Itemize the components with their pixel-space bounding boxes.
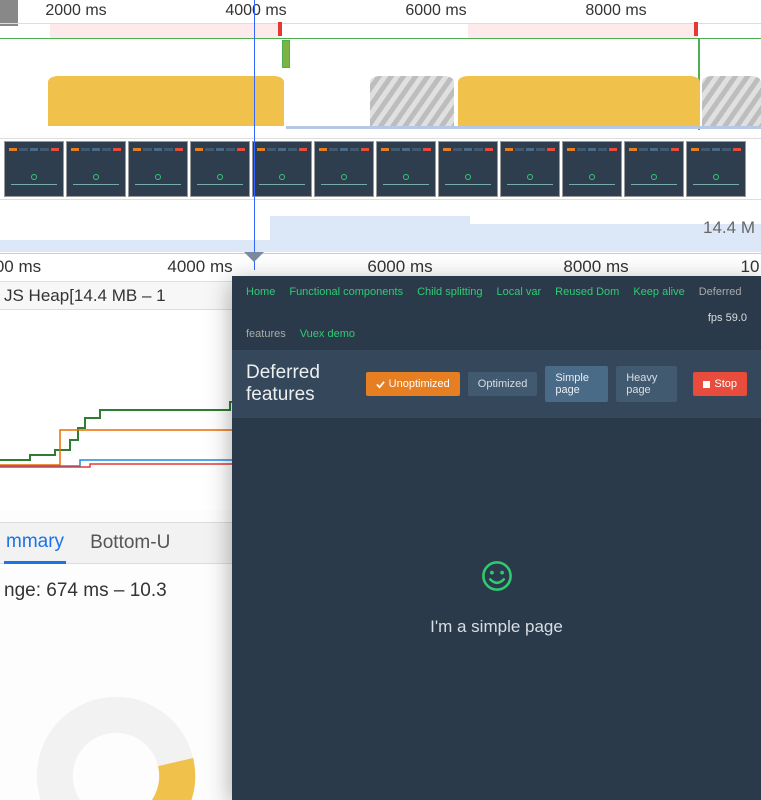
- nav-local-var[interactable]: Local var: [497, 286, 542, 298]
- overview-long-task: [50, 24, 280, 38]
- smiley-icon: [480, 559, 514, 593]
- tab-summary[interactable]: mmary: [4, 523, 66, 564]
- screenshot-filmstrip[interactable]: [0, 138, 761, 200]
- summary-donut-chart: [26, 686, 206, 800]
- playhead-handle-icon[interactable]: [244, 252, 264, 266]
- tab-bottom-up[interactable]: Bottom-U: [88, 524, 172, 562]
- stop-icon: [703, 381, 710, 388]
- ruler-tick: 6000 ms: [405, 2, 466, 20]
- flame-chunk: [458, 76, 700, 126]
- filmstrip-frame[interactable]: [252, 141, 312, 197]
- filmstrip-frame[interactable]: [66, 141, 126, 197]
- app-nav: Home Functional components Child splitti…: [232, 276, 761, 328]
- overview-memory-bar: [286, 126, 761, 129]
- check-icon: [376, 380, 385, 389]
- ruler-tick: 4000 ms: [225, 2, 286, 20]
- nav-deferred[interactable]: Deferred: [699, 286, 742, 298]
- nav-vuex-demo[interactable]: Vuex demo: [300, 328, 355, 340]
- stop-label: Stop: [714, 378, 737, 390]
- unoptimized-button[interactable]: Unoptimized: [366, 372, 460, 396]
- overview-ruler: 2000 ms 4000 ms 6000 ms 8000 ms: [0, 0, 761, 24]
- memory-fill: [270, 216, 470, 252]
- filmstrip-frame[interactable]: [190, 141, 250, 197]
- memory-max-label: 14.4 M: [703, 218, 755, 238]
- filmstrip-frame[interactable]: [376, 141, 436, 197]
- timeline-playhead[interactable]: [254, 0, 255, 270]
- nav-functional-components[interactable]: Functional components: [289, 286, 403, 298]
- nav-features[interactable]: features: [246, 328, 286, 340]
- optimized-button[interactable]: Optimized: [468, 372, 538, 396]
- nav-keep-alive[interactable]: Keep alive: [633, 286, 684, 298]
- app-body: I'm a simple page: [232, 396, 761, 800]
- flame-chunk-hatched: [370, 76, 454, 126]
- nav-child-splitting[interactable]: Child splitting: [417, 286, 482, 298]
- ruler-tick: 2000 ms: [45, 2, 106, 20]
- filmstrip-frame[interactable]: [314, 141, 374, 197]
- filmstrip-frame[interactable]: [4, 141, 64, 197]
- ruler2-tick: 10: [741, 257, 760, 277]
- nav-reused-dom[interactable]: Reused Dom: [555, 286, 619, 298]
- memory-overview-strip[interactable]: 14.4 M: [0, 200, 761, 254]
- ruler2-tick: 4000 ms: [167, 257, 232, 277]
- overview-long-task: [468, 24, 698, 38]
- fps-readout: fps 59.0: [708, 312, 747, 324]
- memory-fill: [0, 240, 270, 252]
- app-nav-row2: features Vuex demo: [232, 328, 761, 350]
- ruler2-tick: 8000 ms: [563, 257, 628, 277]
- overview-marker-icon: [278, 22, 282, 36]
- ruler2-tick: 00 ms: [0, 257, 41, 277]
- filmstrip-frame[interactable]: [562, 141, 622, 197]
- fps-baseline: [0, 38, 761, 39]
- overview-marker-icon: [694, 22, 698, 36]
- fps-bar: [282, 40, 290, 68]
- filmstrip-frame[interactable]: [500, 141, 560, 197]
- preview-window: Home Functional components Child splitti…: [232, 276, 761, 800]
- app-body-text: I'm a simple page: [430, 617, 563, 637]
- filmstrip-frame[interactable]: [624, 141, 684, 197]
- filmstrip-frame[interactable]: [438, 141, 498, 197]
- unoptimized-label: Unoptimized: [389, 378, 450, 390]
- filmstrip-frame[interactable]: [686, 141, 746, 197]
- js-heap-label: JS Heap[14.4 MB – 1: [4, 286, 166, 306]
- stop-button[interactable]: Stop: [693, 372, 747, 396]
- timeline-overview[interactable]: 2000 ms 4000 ms 6000 ms 8000 ms: [0, 0, 761, 135]
- flame-chunk-hatched: [702, 76, 761, 126]
- flame-chunk: [48, 76, 284, 126]
- filmstrip-frame[interactable]: [128, 141, 188, 197]
- range-text: nge: 674 ms – 10.3: [0, 574, 171, 608]
- ruler2-tick: 6000 ms: [367, 257, 432, 277]
- nav-home[interactable]: Home: [246, 286, 275, 298]
- ruler-tick: 8000 ms: [585, 2, 646, 20]
